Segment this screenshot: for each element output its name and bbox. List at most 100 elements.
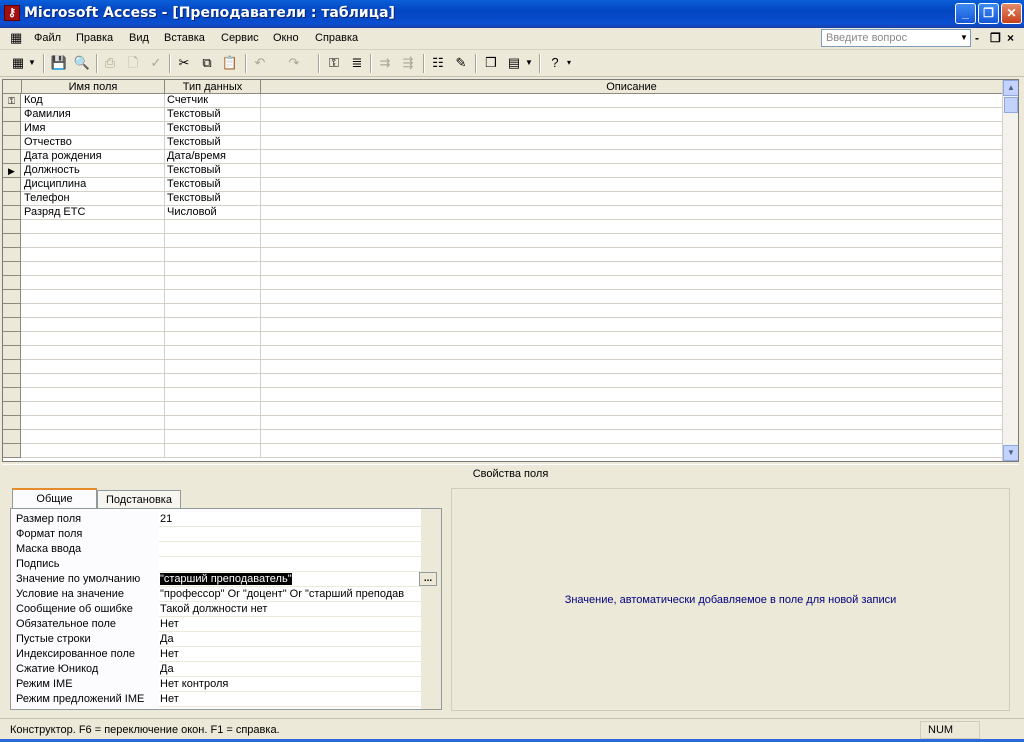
table-row[interactable] xyxy=(3,374,1003,388)
table-window-icon[interactable]: ▦ xyxy=(10,30,22,46)
close-button[interactable]: ✕ xyxy=(1001,3,1022,24)
menu-tools[interactable]: Сервис xyxy=(221,32,259,44)
row-selector[interactable] xyxy=(3,346,21,360)
property-value-field[interactable]: 21 xyxy=(159,512,421,527)
row-selector[interactable] xyxy=(3,150,21,164)
field-name-cell[interactable] xyxy=(22,430,165,444)
table-row[interactable]: Дата рождения Дата/время xyxy=(3,150,1003,164)
spelling-icon[interactable]: ✓ xyxy=(146,54,166,72)
scroll-down-arrow-icon[interactable]: ▼ xyxy=(1003,445,1018,461)
database-window-icon[interactable]: ❒ xyxy=(481,54,501,72)
table-row[interactable]: Дисциплина Текстовый xyxy=(3,178,1003,192)
table-row[interactable] xyxy=(3,220,1003,234)
data-type-cell[interactable] xyxy=(165,430,261,444)
data-type-cell[interactable] xyxy=(165,276,261,290)
toolbar-options-icon[interactable]: ▾ xyxy=(564,54,574,72)
row-selector[interactable] xyxy=(3,206,21,220)
properties-icon[interactable]: ☷ xyxy=(428,54,448,72)
table-row[interactable] xyxy=(3,304,1003,318)
row-selector[interactable] xyxy=(3,444,21,458)
minimize-button[interactable]: _ xyxy=(955,3,976,24)
field-name-cell[interactable] xyxy=(22,290,165,304)
menu-edit[interactable]: Правка xyxy=(76,32,113,44)
grid-corner[interactable] xyxy=(3,80,22,94)
field-name-cell[interactable] xyxy=(22,402,165,416)
cut-icon[interactable]: ✂ xyxy=(174,54,194,72)
menu-help[interactable]: Справка xyxy=(315,32,358,44)
table-row[interactable] xyxy=(3,234,1003,248)
description-cell[interactable] xyxy=(261,388,1003,402)
data-type-cell[interactable] xyxy=(165,444,261,458)
menu-file[interactable]: Файл xyxy=(34,32,61,44)
property-value-field[interactable]: Да xyxy=(159,632,421,647)
data-type-cell[interactable]: Текстовый xyxy=(165,192,261,206)
table-row[interactable] xyxy=(3,332,1003,346)
description-cell[interactable] xyxy=(261,94,1003,108)
table-row[interactable]: ⚿ Код Счетчик xyxy=(3,94,1003,108)
row-selector[interactable] xyxy=(3,318,21,332)
access-key-icon[interactable]: ⚷ xyxy=(4,5,20,21)
row-selector[interactable] xyxy=(3,374,21,388)
table-row[interactable] xyxy=(3,276,1003,290)
doc-close-button[interactable]: × xyxy=(1007,31,1014,45)
description-cell[interactable] xyxy=(261,234,1003,248)
redo-icon[interactable]: ↷ xyxy=(284,54,304,72)
table-row[interactable] xyxy=(3,360,1003,374)
table-row[interactable]: Имя Текстовый xyxy=(3,122,1003,136)
description-cell[interactable] xyxy=(261,122,1003,136)
data-type-cell[interactable] xyxy=(165,374,261,388)
primary-key-icon[interactable]: ⚿ xyxy=(3,94,21,108)
row-selector[interactable] xyxy=(3,388,21,402)
insert-rows-icon[interactable]: ⇉ xyxy=(375,54,395,72)
row-selector[interactable] xyxy=(3,262,21,276)
row-selector[interactable] xyxy=(3,402,21,416)
field-name-cell[interactable] xyxy=(22,360,165,374)
description-cell[interactable] xyxy=(261,192,1003,206)
description-cell[interactable] xyxy=(261,360,1003,374)
scroll-up-arrow-icon[interactable]: ▲ xyxy=(1003,80,1018,96)
field-name-cell[interactable] xyxy=(22,248,165,262)
tab-general[interactable]: Общие xyxy=(12,488,97,509)
table-row[interactable] xyxy=(3,318,1003,332)
row-selector[interactable] xyxy=(3,304,21,318)
copy-icon[interactable]: ⧉ xyxy=(197,54,217,72)
paste-icon[interactable]: 📋 xyxy=(220,54,240,72)
description-cell[interactable] xyxy=(261,262,1003,276)
description-cell[interactable] xyxy=(261,346,1003,360)
field-name-cell[interactable] xyxy=(22,444,165,458)
current-row-arrow-icon[interactable]: ▶ xyxy=(3,164,21,178)
undo-icon[interactable]: ↶ xyxy=(250,54,270,72)
field-name-cell[interactable] xyxy=(22,220,165,234)
field-name-cell[interactable]: Код xyxy=(22,94,165,108)
delete-rows-icon[interactable]: ⇶ xyxy=(398,54,418,72)
property-value-field[interactable]: Нет xyxy=(159,647,421,662)
data-type-cell[interactable]: Текстовый xyxy=(165,178,261,192)
field-name-cell[interactable]: Дата рождения xyxy=(22,150,165,164)
property-value-field[interactable]: Нет контроля xyxy=(159,677,421,692)
tab-lookup[interactable]: Подстановка xyxy=(97,490,181,510)
restore-button[interactable]: ❐ xyxy=(978,3,999,24)
row-selector[interactable] xyxy=(3,290,21,304)
data-type-cell[interactable]: Счетчик xyxy=(165,94,261,108)
data-type-cell[interactable]: Текстовый xyxy=(165,108,261,122)
data-type-cell[interactable] xyxy=(165,262,261,276)
field-name-cell[interactable]: Имя xyxy=(22,122,165,136)
field-name-cell[interactable] xyxy=(22,262,165,276)
doc-restore-button[interactable]: ❐ xyxy=(990,31,1001,45)
description-cell[interactable] xyxy=(261,374,1003,388)
row-selector[interactable] xyxy=(3,178,21,192)
field-name-cell[interactable]: Отчество xyxy=(22,136,165,150)
doc-minimize-button[interactable]: - xyxy=(975,31,979,45)
table-row[interactable]: Отчество Текстовый xyxy=(3,136,1003,150)
menu-insert[interactable]: Вставка xyxy=(164,32,205,44)
description-cell[interactable] xyxy=(261,290,1003,304)
data-type-cell[interactable] xyxy=(165,318,261,332)
scroll-thumb[interactable] xyxy=(1004,97,1018,113)
table-row[interactable]: Фамилия Текстовый xyxy=(3,108,1003,122)
print-preview-icon[interactable]: 🗋 xyxy=(123,54,143,72)
data-type-cell[interactable]: Текстовый xyxy=(165,164,261,178)
row-selector[interactable] xyxy=(3,234,21,248)
new-object-icon[interactable]: ▤ xyxy=(504,54,524,72)
view-icon[interactable]: ▦ xyxy=(8,54,28,72)
data-type-cell[interactable] xyxy=(165,220,261,234)
